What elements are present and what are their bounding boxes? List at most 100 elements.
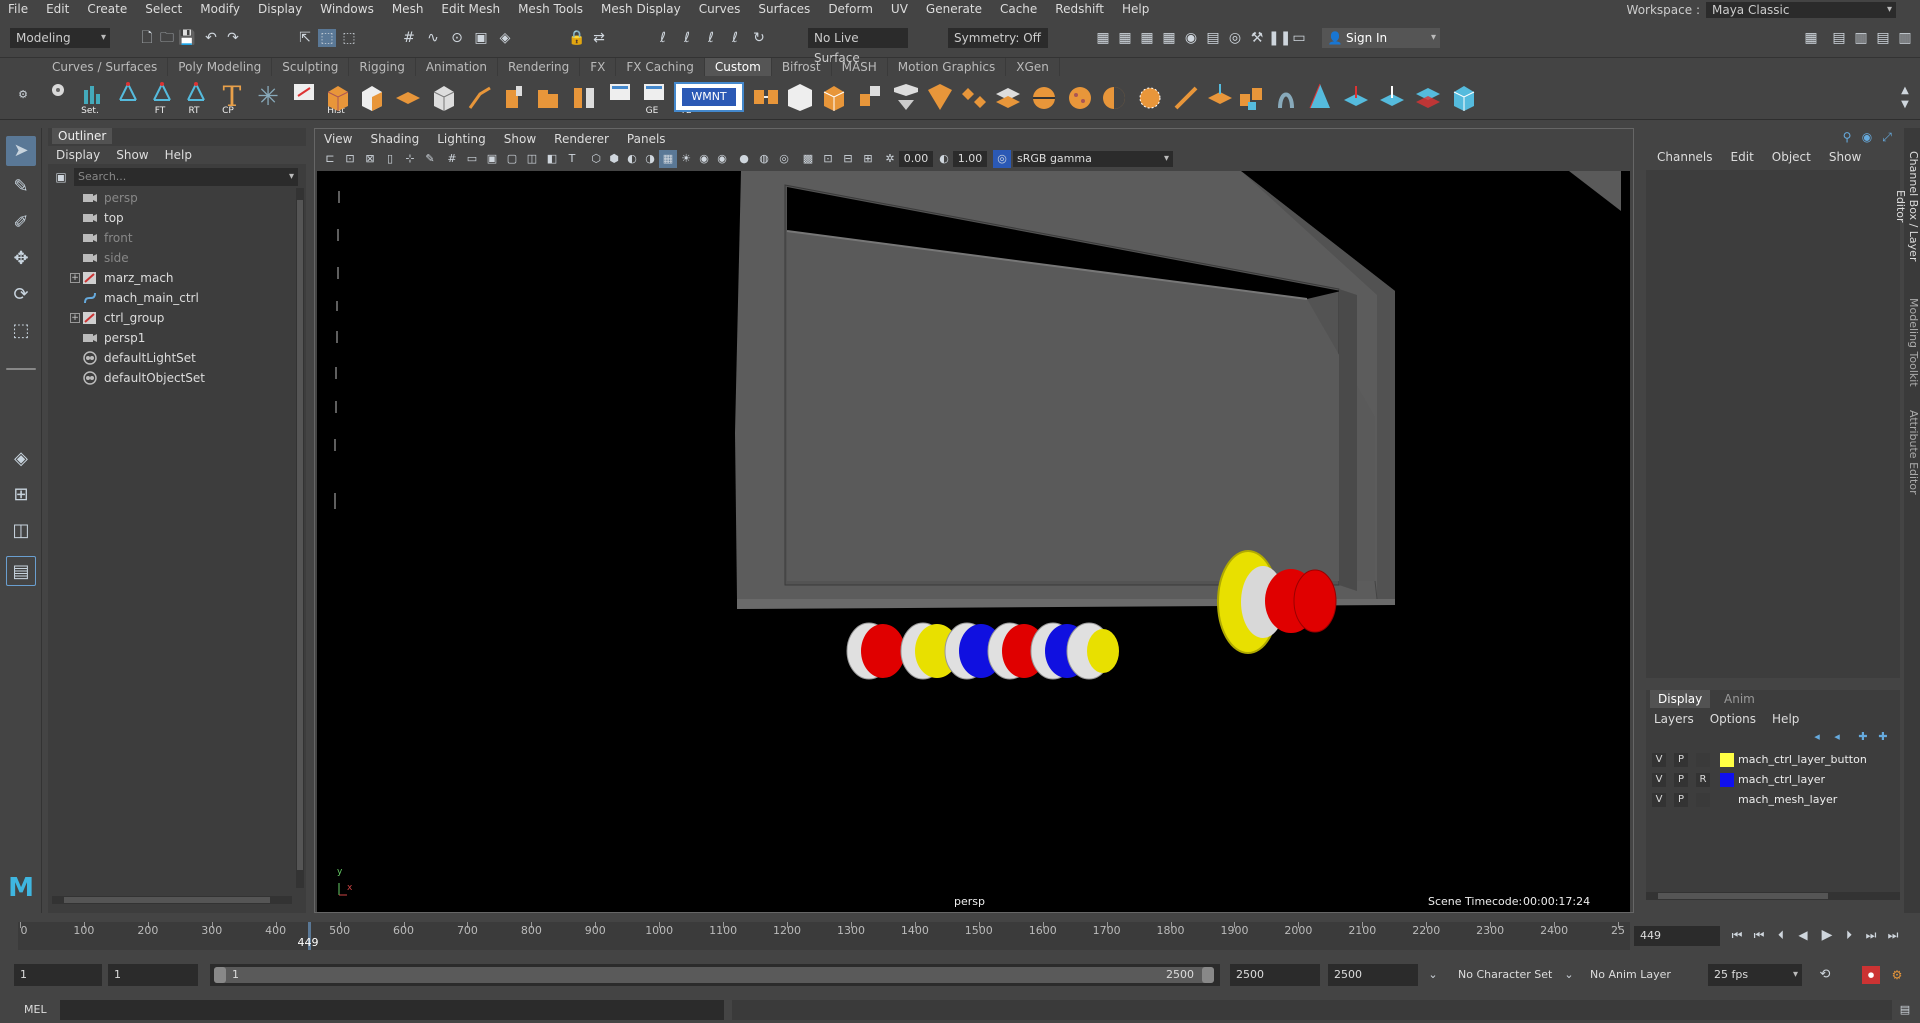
shelf-rt-button[interactable]: RT [146,80,200,116]
ipr-render-icon[interactable]: ▦ [1138,29,1156,47]
shelf-cone-button[interactable] [1304,80,1336,114]
menu-mesh-tools[interactable]: Mesh Tools [509,2,592,16]
exposure-icon[interactable]: ✲ [881,150,899,168]
shelf-hist-button[interactable]: Hist [288,80,345,116]
layer-color-swatch[interactable] [1720,793,1734,807]
camera-attributes-icon[interactable]: ⊡ [341,150,359,168]
outliner-menu-display[interactable]: Display [48,146,108,164]
shelf-tab-motion-graphics[interactable]: Motion Graphics [888,58,1007,76]
start-time-field[interactable]: 1 [14,964,102,986]
shelf-tool-g-button[interactable] [958,80,990,114]
open-scene-icon[interactable]: 🗀 [158,29,176,47]
rotate-tool-icon[interactable]: ⟳ [6,280,36,310]
shelf-tab-fx-caching[interactable]: FX Caching [616,58,705,76]
range-handle-end[interactable] [1202,967,1214,983]
move-layer-down-icon[interactable]: ◂ [1828,728,1846,746]
shelf-extrude-button[interactable] [498,80,530,114]
render-current-icon[interactable]: ▦ [1116,29,1134,47]
menu-select[interactable]: Select [136,2,191,16]
shelf-tab-custom[interactable]: Custom [704,58,772,76]
go-to-end-icon[interactable]: ⏭ [1884,926,1902,944]
shelf-stack-button[interactable] [1412,80,1444,114]
menu-redshift[interactable]: Redshift [1046,2,1113,16]
shelf-text-button[interactable]: T [216,80,248,114]
channel-menu-edit[interactable]: Edit [1722,148,1763,166]
character-set-arrow-icon[interactable]: ⌄ [1424,966,1442,984]
shelf-te-button[interactable]: TE [638,80,692,116]
use-all-lights-icon[interactable]: ▦ [659,150,677,168]
outliner-item[interactable]: + ctrl_group [48,308,288,328]
select-component-icon[interactable]: ⬚ [340,29,358,47]
reflect-icon[interactable]: ℓ [726,29,744,47]
shelf-ge-button[interactable]: GE [604,80,658,116]
mode-dropdown[interactable]: Modeling [10,28,110,48]
shadows-icon[interactable]: ☀ [677,150,695,168]
menu-modify[interactable]: Modify [191,2,249,16]
xray-icon[interactable]: ▩ [799,150,817,168]
layer-v-toggle[interactable]: V [1652,773,1666,787]
side-tab-modeling-toolkit[interactable]: Modeling Toolkit [1904,292,1920,392]
time-ruler[interactable]: 449 0 100 200 300 400 500 600 700 800 900 1000 1100… [18,922,1630,950]
shelf-graph-button[interactable] [76,80,108,114]
layer-p-toggle[interactable]: P [1674,793,1688,807]
color-management-icon[interactable]: ◎ [993,150,1011,168]
channel-menu-channels[interactable]: Channels [1648,148,1722,166]
perspective-viewport[interactable]: y x persp Scene Timecode: 00:00:17:24 [317,171,1630,912]
select-object-icon[interactable]: ⬚ [318,29,336,47]
channel-box-toggle-icon[interactable]: ⚲ [1838,128,1856,146]
shelf-bridge-button[interactable] [568,80,600,114]
snap-curve-icon[interactable]: ∿ [424,29,442,47]
workspace-dropdown[interactable]: Maya Classic [1706,2,1896,18]
outliner-item[interactable]: persp1 [48,328,288,348]
anim-layer-dropdown[interactable]: No Anim Layer [1584,964,1688,986]
shelf-sphere3-button[interactable] [1098,80,1130,114]
shelf-bevel-button[interactable] [532,80,564,114]
shelf-tool-c-button[interactable] [818,80,850,114]
step-back-key-icon[interactable]: ⏮ [1750,926,1768,944]
range-slider[interactable]: 1 2500 [210,964,1220,986]
end-time-field[interactable]: 2500 [1328,964,1418,986]
menu-windows[interactable]: Windows [311,2,383,16]
gate-mask-icon[interactable]: ▢ [503,150,521,168]
menu-mesh-display[interactable]: Mesh Display [592,2,690,16]
shelf-target-button[interactable] [1204,80,1236,114]
go-to-start-icon[interactable]: ⏮ [1728,926,1746,944]
shelf-sphere-button[interactable] [1028,80,1060,114]
outliner-item[interactable]: top [48,208,288,228]
single-perspective-layout-icon[interactable]: ◈ [6,444,36,474]
shelf-cp-button[interactable]: CP [180,80,234,116]
attribute-editor-icon[interactable]: ▤ [1830,29,1848,47]
symmetry-dropdown[interactable]: Symmetry: Off [948,28,1048,48]
script-language-label[interactable]: MEL [24,1003,47,1016]
shelf-tool-h-button[interactable] [992,80,1024,114]
shelf-cube-button[interactable] [322,80,354,114]
outliner-item[interactable]: front [48,228,288,248]
two-view-layout-icon[interactable]: ◫ [6,516,36,546]
shelf-tab-curves-surfaces[interactable]: Curves / Surfaces [42,58,169,76]
layer-p-toggle[interactable]: P [1674,773,1688,787]
resolution-gate-icon[interactable]: ▣ [483,150,501,168]
viewport-menu-view[interactable]: View [315,129,361,149]
auto-key-icon[interactable]: ⏺ [1862,966,1880,984]
shelf-ft-button[interactable]: FT [112,80,165,116]
layer-r-toggle[interactable]: R [1696,773,1710,787]
shelf-plane2-button[interactable] [1340,80,1372,114]
isolate-select-icon[interactable]: ◎ [775,150,793,168]
outliner-filter-icon[interactable]: ▣ [52,168,70,186]
character-set-dropdown[interactable]: No Character Set [1452,964,1562,986]
textured-icon[interactable]: ◑ [641,150,659,168]
camera-select-icon[interactable]: ⊏ [321,150,339,168]
snap-grid-icon[interactable]: # [400,29,418,47]
fps-dropdown[interactable]: 25 fps [1708,964,1802,986]
viewport-menu-shading[interactable]: Shading [361,129,428,149]
modeling-toolkit-icon[interactable]: ▦ [1802,29,1820,47]
2d-pan-zoom-icon[interactable]: ⊹ [401,150,419,168]
layer-color-swatch[interactable] [1720,753,1734,767]
field-chart-icon[interactable]: ◫ [523,150,541,168]
viewport-menu-renderer[interactable]: Renderer [545,129,618,149]
shelf-sphere4-button[interactable] [1134,80,1166,114]
lock-icon[interactable]: 🔒 [568,29,586,47]
layer-menu-layers[interactable]: Layers [1646,710,1702,728]
layer-r-toggle[interactable] [1696,793,1710,807]
four-view-layout-icon[interactable]: ⊞ [6,480,36,510]
